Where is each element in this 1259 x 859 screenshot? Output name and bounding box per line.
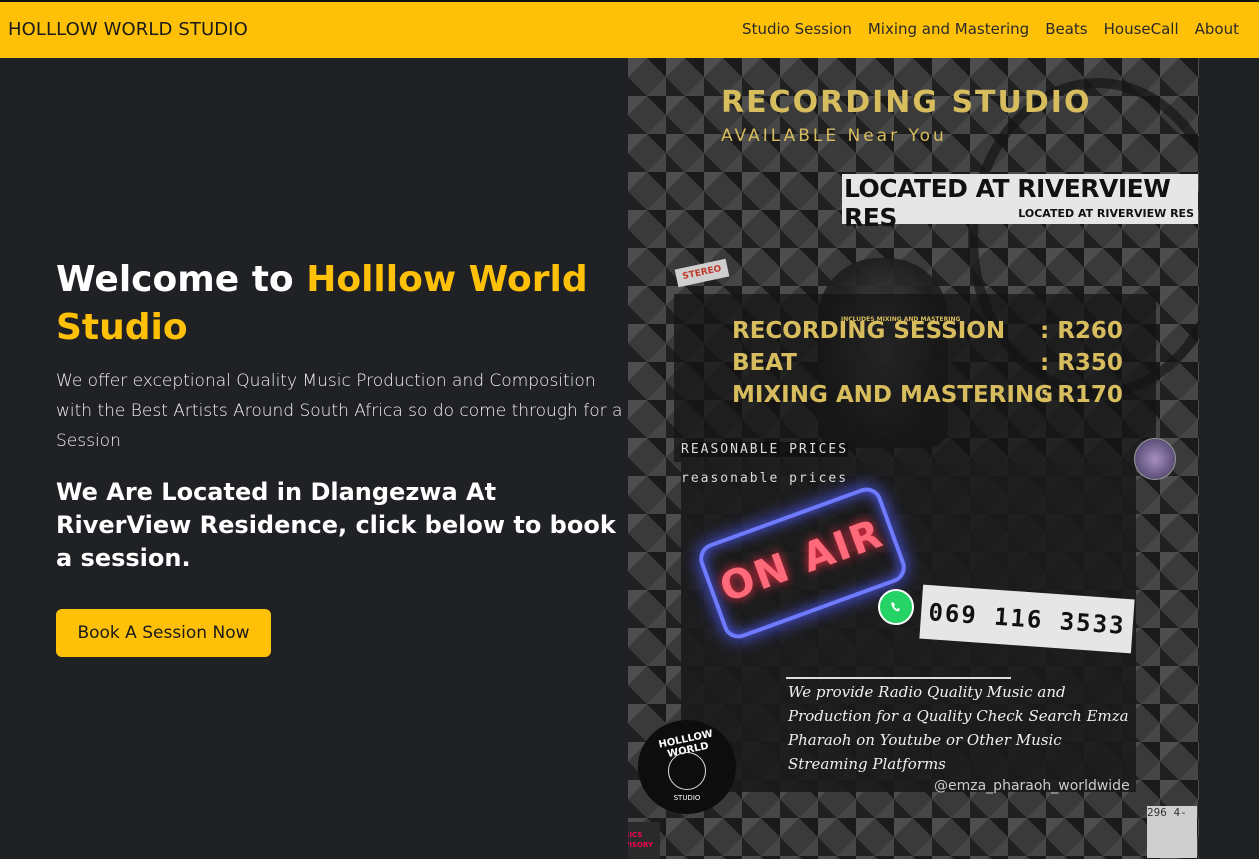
price-value-beat: : R350 xyxy=(1040,350,1123,376)
poster-location-box: LOCATED AT RIVERVIEW RES LOCATED AT RIVE… xyxy=(842,174,1198,232)
poster-location-big: LOCATED AT RIVERVIEW RES xyxy=(844,174,1171,232)
hero-title-prefix: Welcome to xyxy=(56,259,307,300)
social-handle: @emza_pharaoh_worldwide xyxy=(934,778,1130,794)
price-label-recording: RECORDING SESSION xyxy=(732,318,1006,344)
nav-link-studio-session[interactable]: Studio Session xyxy=(742,20,852,38)
reasonable-prices-lower: reasonable prices xyxy=(681,471,849,486)
nav-link-about[interactable]: About xyxy=(1195,20,1239,38)
reasonable-prices-upper: REASONABLE PRICES xyxy=(681,442,849,457)
nav-link-housecall[interactable]: HouseCall xyxy=(1104,20,1179,38)
price-value-mixing: : R170 xyxy=(1040,382,1123,408)
whatsapp-icon xyxy=(878,589,914,625)
promo-text: We provide Radio Quality Music and Produ… xyxy=(788,683,1129,773)
poster-title: RECORDING STUDIO xyxy=(721,85,1092,120)
advisory-sticker: RICS VISORY xyxy=(628,822,660,859)
brand-logo-text[interactable]: HOLLLOW WORLD STUDIO xyxy=(8,19,248,40)
corner-sticker: 296 4- xyxy=(1147,806,1197,858)
poster-subtitle: AVAILABLE Near You xyxy=(721,126,947,146)
price-label-mixing: MIXING AND MASTERING xyxy=(732,382,1054,408)
hollow-world-logo: HOLLLOW WORLD STUDIO xyxy=(638,720,736,814)
nav-links: Studio Session Mixing and Mastering Beat… xyxy=(742,20,1239,38)
top-navbar: HOLLLOW WORLD STUDIO Studio Session Mixi… xyxy=(0,0,1259,58)
logo-bottom-text: STUDIO xyxy=(673,794,701,802)
price-label-beat: BEAT xyxy=(732,350,797,376)
promo-divider xyxy=(786,677,1011,679)
hero-section: Welcome to Holllow World Studio We offer… xyxy=(56,256,626,575)
hero-title: Welcome to Holllow World Studio xyxy=(56,256,626,352)
book-session-button[interactable]: Book A Session Now xyxy=(56,609,271,657)
nav-link-mixing-mastering[interactable]: Mixing and Mastering xyxy=(868,20,1029,38)
nav-link-beats[interactable]: Beats xyxy=(1045,20,1087,38)
studio-poster-image: RECORDING STUDIO AVAILABLE Near You LOCA… xyxy=(628,58,1199,859)
price-value-recording: : R260 xyxy=(1040,318,1123,344)
hero-description: We offer exceptional Quality Music Produ… xyxy=(56,371,623,451)
poster-location-small: LOCATED AT RIVERVIEW RES xyxy=(1018,207,1194,220)
hero-location-heading: We Are Located in Dlangezwa At RiverView… xyxy=(56,478,616,572)
globe-icon xyxy=(668,752,706,790)
round-badge xyxy=(1134,438,1176,480)
